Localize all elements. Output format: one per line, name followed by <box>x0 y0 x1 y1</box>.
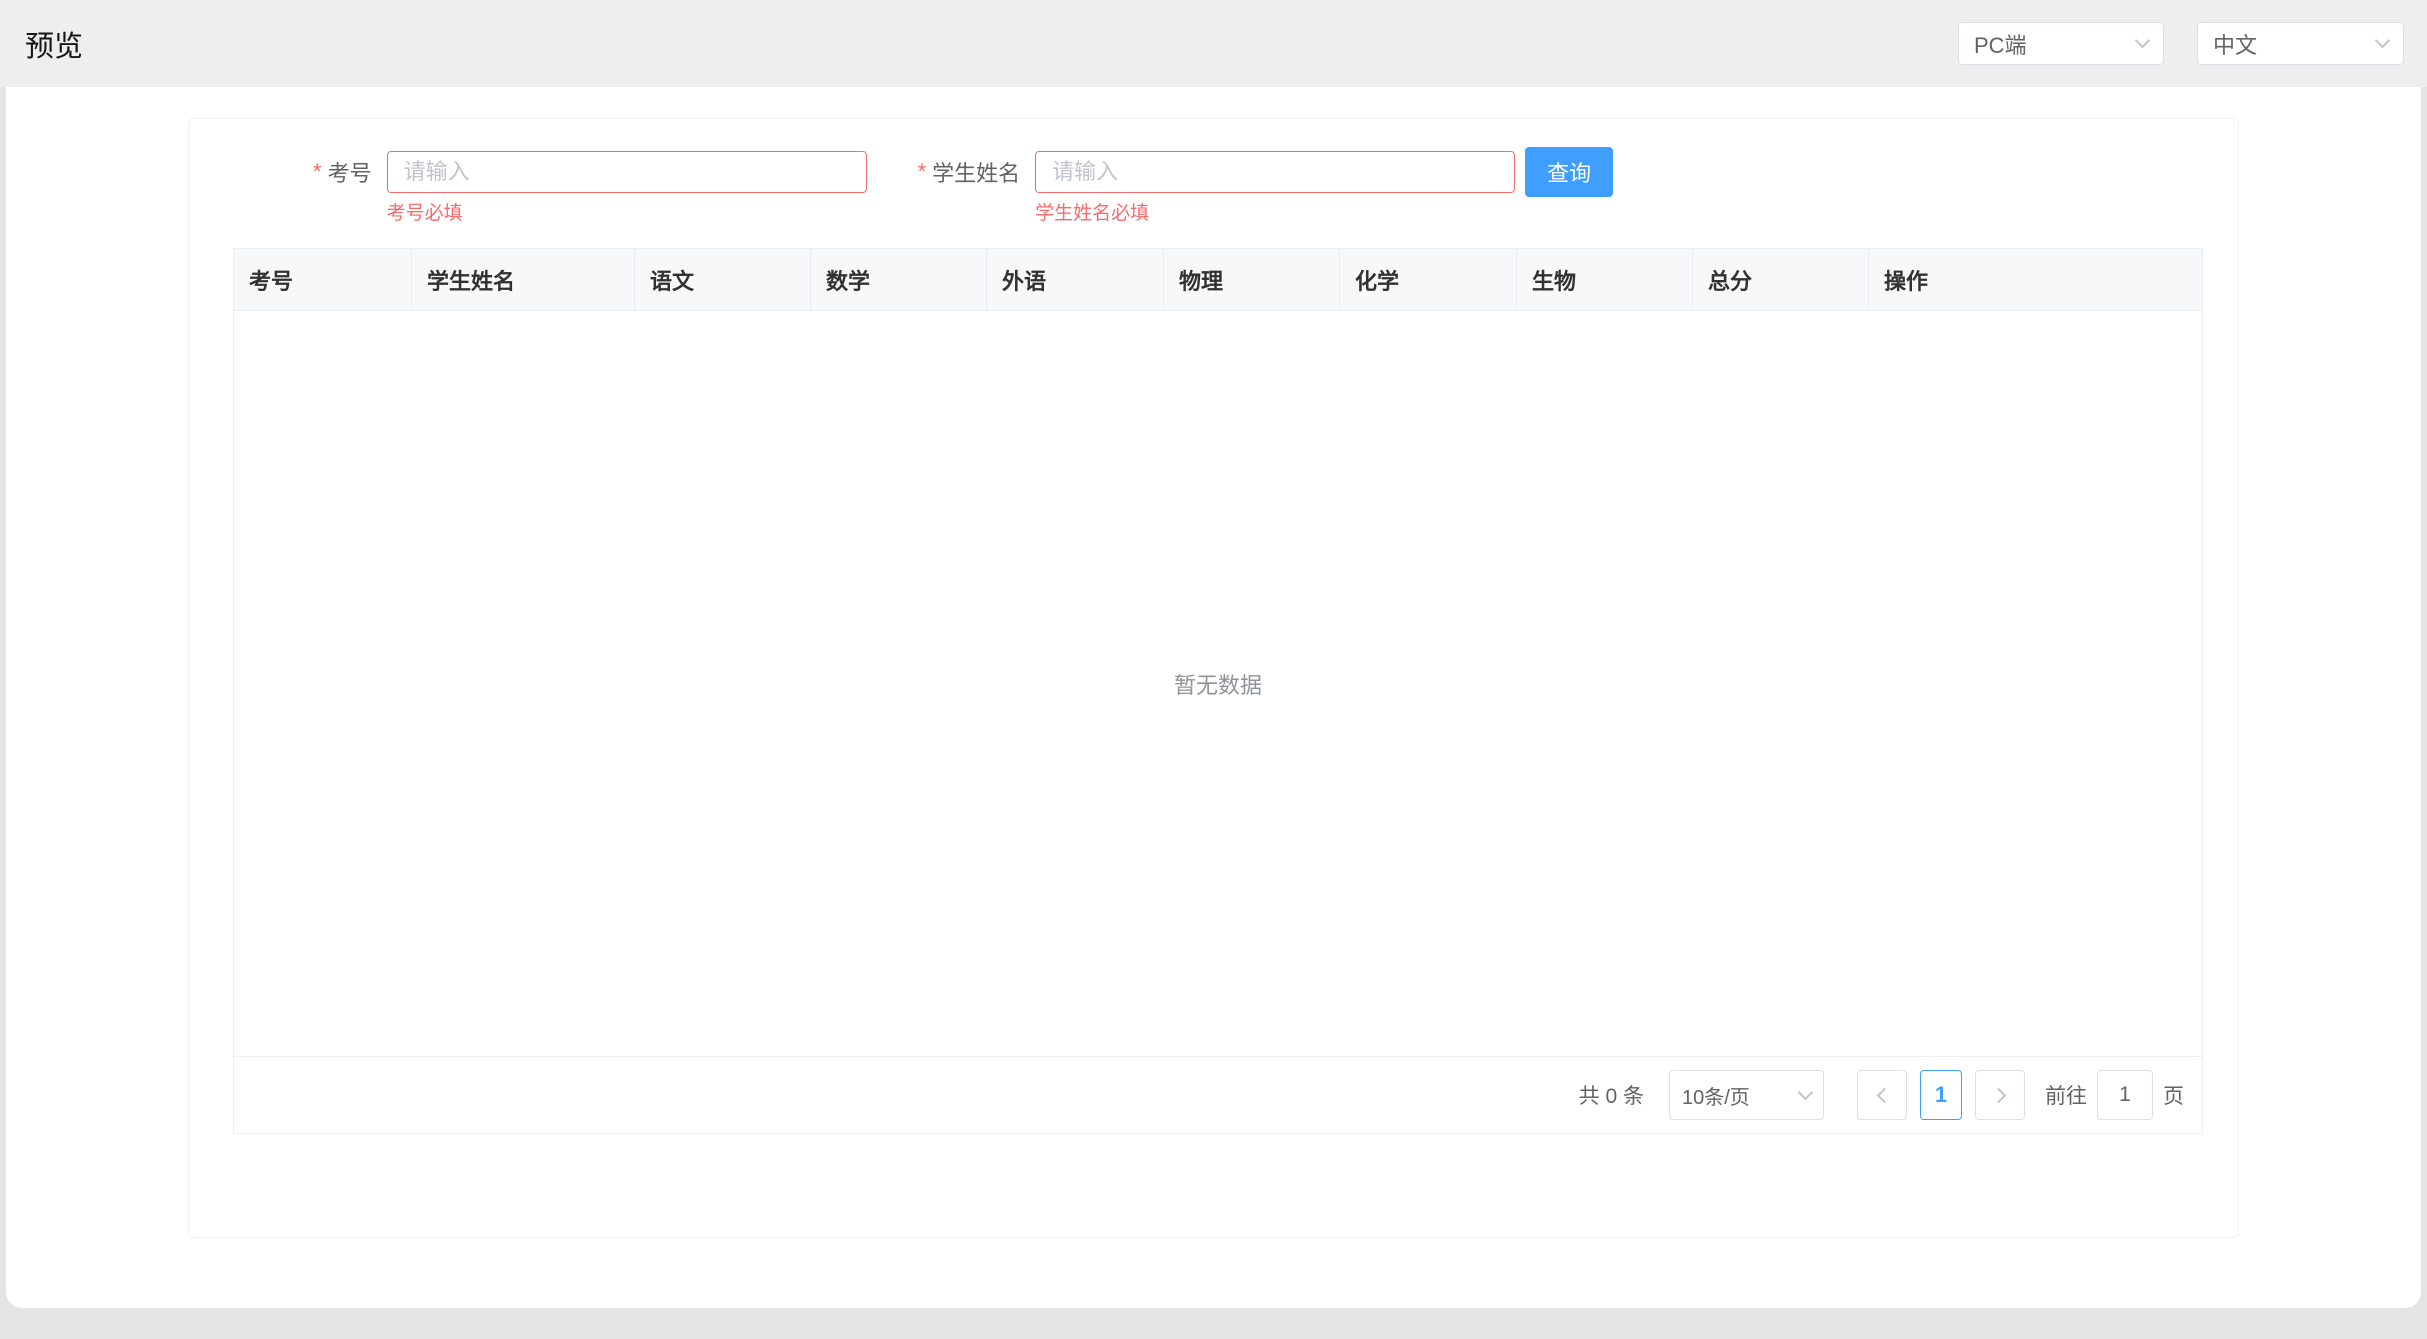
query-button[interactable]: 查询 <box>1525 147 1613 197</box>
column-header-biology: 生物 <box>1517 249 1693 310</box>
exam-no-input[interactable] <box>387 151 867 193</box>
column-header-total-score: 总分 <box>1693 249 1869 310</box>
chevron-right-icon <box>1990 1087 2006 1103</box>
table-body: 暂无数据 <box>234 311 2202 1057</box>
column-header-foreign-lang: 外语 <box>987 249 1164 310</box>
total-count-text: 共 0 条 <box>1579 1080 1644 1110</box>
exam-no-input-wrap: 考号必填 <box>387 151 867 225</box>
device-select[interactable]: PC端 <box>1958 22 2164 65</box>
page-size-value: 10条/页 <box>1682 1081 1750 1110</box>
page-title: 预览 <box>25 23 83 65</box>
goto-page-input[interactable] <box>2097 1070 2153 1120</box>
page-unit-label: 页 <box>2163 1080 2184 1110</box>
topbar: 预览 PC端 中文 <box>0 0 2427 87</box>
column-header-chemistry: 化学 <box>1340 249 1517 310</box>
table-header-row: 考号 学生姓名 语文 数学 外语 物理 化学 生物 总分 操作 <box>234 249 2202 311</box>
required-asterisk: * <box>918 159 927 185</box>
language-select-value: 中文 <box>2213 28 2257 60</box>
column-header-actions: 操作 <box>1869 249 2202 310</box>
pagination: 共 0 条 10条/页 1 前往 页 <box>234 1057 2202 1133</box>
student-name-input-wrap: 学生姓名必填 <box>1035 151 1515 225</box>
chevron-down-icon <box>2375 33 2391 49</box>
chevron-down-icon <box>1798 1084 1814 1100</box>
exam-no-label-text: 考号 <box>328 156 372 188</box>
column-header-math: 数学 <box>811 249 987 310</box>
column-header-chinese: 语文 <box>635 249 811 310</box>
student-name-label-text: 学生姓名 <box>932 156 1020 188</box>
goto-label: 前往 <box>2045 1080 2087 1110</box>
topbar-controls: PC端 中文 <box>1958 22 2404 65</box>
column-header-exam-no: 考号 <box>234 249 412 310</box>
page-size-select[interactable]: 10条/页 <box>1669 1070 1824 1120</box>
next-page-button[interactable] <box>1975 1070 2025 1120</box>
chevron-left-icon <box>1876 1087 1892 1103</box>
student-name-label: * 学生姓名 <box>918 151 1021 193</box>
score-table: 考号 学生姓名 语文 数学 外语 物理 化学 生物 总分 操作 暂无数据 共 0… <box>233 248 2203 1134</box>
column-header-student-name: 学生姓名 <box>412 249 635 310</box>
form-item-exam-no: * 考号 考号必填 <box>313 151 867 225</box>
student-name-error: 学生姓名必填 <box>1035 198 1515 225</box>
chevron-down-icon <box>2135 33 2151 49</box>
form-item-student-name: * 学生姓名 学生姓名必填 <box>918 151 1516 225</box>
student-name-input[interactable] <box>1035 151 1515 193</box>
prev-page-button[interactable] <box>1857 1070 1907 1120</box>
device-select-value: PC端 <box>1974 28 2027 60</box>
exam-no-label: * 考号 <box>313 151 372 193</box>
query-form: * 考号 考号必填 * 学生姓名 学生姓名必填 查询 <box>189 119 2238 225</box>
required-asterisk: * <box>313 159 322 185</box>
preview-canvas: * 考号 考号必填 * 学生姓名 学生姓名必填 查询 <box>6 87 2421 1308</box>
page-1-button[interactable]: 1 <box>1920 1070 1962 1120</box>
empty-data-text: 暂无数据 <box>1174 668 1262 700</box>
query-card: * 考号 考号必填 * 学生姓名 学生姓名必填 查询 <box>188 118 2239 1238</box>
column-header-physics: 物理 <box>1164 249 1340 310</box>
exam-no-error: 考号必填 <box>387 198 867 225</box>
language-select[interactable]: 中文 <box>2197 22 2404 65</box>
